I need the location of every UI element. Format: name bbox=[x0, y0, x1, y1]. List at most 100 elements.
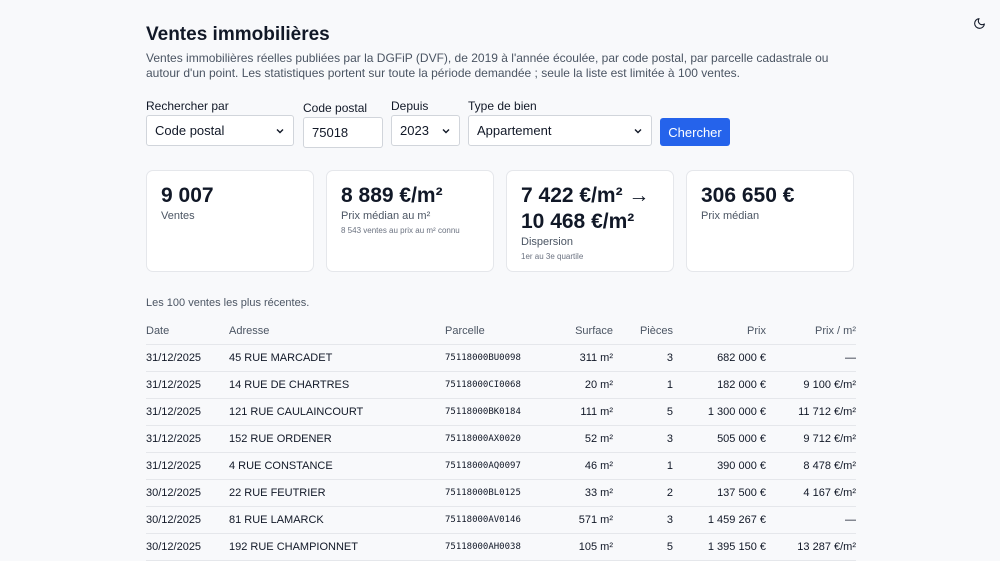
table-row: 30/12/2025 22 RUE FEUTRIER 75118000BL0125 3… bbox=[146, 479, 856, 507]
stat-label: Prix médian au m² bbox=[341, 210, 431, 222]
cell-surface: 105 m² bbox=[555, 533, 613, 561]
cell-price-m2: — bbox=[766, 506, 856, 534]
cell-price: 682 000 € bbox=[673, 344, 766, 372]
chevron-down-icon bbox=[275, 126, 285, 136]
page-title: Ventes immobilières bbox=[146, 24, 330, 45]
stat-value: 7 422 €/m² → 10 468 €/m² bbox=[521, 184, 650, 233]
chevron-down-icon bbox=[633, 126, 643, 136]
cell-date: 31/12/2025 bbox=[146, 425, 229, 453]
cell-price-m2: — bbox=[766, 344, 856, 372]
since-label: Depuis bbox=[391, 99, 429, 113]
cell-price: 1 300 000 € bbox=[673, 398, 766, 426]
cell-price-m2: 11 712 €/m² bbox=[766, 398, 856, 426]
stat-value: 306 650 € bbox=[701, 184, 795, 207]
list-caption: Les 100 ventes les plus récentes. bbox=[146, 297, 310, 309]
cell-price-m2: 9 100 €/m² bbox=[766, 371, 856, 399]
cell-rooms: 3 bbox=[613, 425, 673, 453]
cell-price: 1 459 267 € bbox=[673, 506, 766, 534]
stat-label: Ventes bbox=[161, 210, 195, 222]
cell-price-m2: 8 478 €/m² bbox=[766, 452, 856, 480]
cell-parcel: 75118000AV0146 bbox=[445, 506, 555, 534]
column-header-surface: Surface bbox=[555, 318, 613, 345]
moon-icon[interactable] bbox=[970, 14, 988, 32]
cell-address: 22 RUE FEUTRIER bbox=[229, 479, 445, 507]
cell-date: 30/12/2025 bbox=[146, 479, 229, 507]
cell-parcel: 75118000AQ0097 bbox=[445, 452, 555, 480]
cell-address: 14 RUE DE CHARTRES bbox=[229, 371, 445, 399]
cell-address: 45 RUE MARCADET bbox=[229, 344, 445, 372]
cell-parcel: 75118000AH0038 bbox=[445, 533, 555, 561]
cell-date: 31/12/2025 bbox=[146, 398, 229, 426]
cell-surface: 571 m² bbox=[555, 506, 613, 534]
cell-date: 31/12/2025 bbox=[146, 371, 229, 399]
stat-subtext: 1er au 3e quartile bbox=[521, 252, 584, 261]
column-header-date: Date bbox=[146, 318, 229, 345]
search-by-select[interactable]: Code postal bbox=[146, 115, 294, 146]
cell-surface: 52 m² bbox=[555, 425, 613, 453]
column-header-parcel: Parcelle bbox=[445, 318, 555, 345]
property-type-select[interactable]: Appartement bbox=[468, 115, 652, 146]
cell-price: 137 500 € bbox=[673, 479, 766, 507]
postal-code-label: Code postal bbox=[303, 101, 368, 115]
cell-price-m2: 4 167 €/m² bbox=[766, 479, 856, 507]
stat-card-median-price: 306 650 € Prix médian bbox=[686, 170, 854, 272]
cell-address: 152 RUE ORDENER bbox=[229, 425, 445, 453]
postal-code-input[interactable]: 75018 bbox=[303, 117, 383, 148]
cell-address: 192 RUE CHAMPIONNET bbox=[229, 533, 445, 561]
cell-date: 30/12/2025 bbox=[146, 533, 229, 561]
cell-rooms: 1 bbox=[613, 452, 673, 480]
cell-address: 4 RUE CONSTANCE bbox=[229, 452, 445, 480]
chevron-down-icon bbox=[441, 126, 451, 136]
cell-rooms: 5 bbox=[613, 533, 673, 561]
property-type-value: Appartement bbox=[477, 123, 552, 138]
property-type-label: Type de bien bbox=[468, 99, 537, 113]
cell-surface: 20 m² bbox=[555, 371, 613, 399]
search-by-value: Code postal bbox=[155, 123, 225, 138]
cell-price: 1 395 150 € bbox=[673, 533, 766, 561]
since-select[interactable]: 2023 bbox=[391, 115, 460, 146]
column-header-price-m2: Prix / m² bbox=[766, 318, 856, 345]
cell-surface: 46 m² bbox=[555, 452, 613, 480]
stat-value: 8 889 €/m² bbox=[341, 184, 443, 207]
cell-price-m2: 9 712 €/m² bbox=[766, 425, 856, 453]
cell-parcel: 75118000CI0068 bbox=[445, 371, 555, 399]
column-header-address: Adresse bbox=[229, 318, 445, 345]
column-header-price: Prix bbox=[673, 318, 766, 345]
since-value: 2023 bbox=[400, 123, 429, 138]
cell-address: 121 RUE CAULAINCOURT bbox=[229, 398, 445, 426]
stat-label: Prix médian bbox=[701, 210, 760, 222]
cell-parcel: 75118000BK0184 bbox=[445, 398, 555, 426]
stat-card-sales: 9 007 Ventes bbox=[146, 170, 314, 272]
cell-surface: 111 m² bbox=[555, 398, 613, 426]
cell-parcel: 75118000BU0098 bbox=[445, 344, 555, 372]
table-row: 31/12/2025 121 RUE CAULAINCOURT 75118000BK… bbox=[146, 398, 856, 426]
cell-parcel: 75118000AX0020 bbox=[445, 425, 555, 453]
table-header-row: Date Adresse Parcelle Surface Pièces Pri… bbox=[146, 318, 856, 345]
cell-rooms: 1 bbox=[613, 371, 673, 399]
stat-value: 9 007 bbox=[161, 184, 214, 207]
cell-surface: 311 m² bbox=[555, 344, 613, 372]
stat-card-median-price-m2: 8 889 €/m² Prix médian au m² 8 543 vente… bbox=[326, 170, 494, 272]
cell-rooms: 5 bbox=[613, 398, 673, 426]
stat-subtext: 8 543 ventes au prix au m² connu bbox=[341, 226, 460, 235]
cell-rooms: 3 bbox=[613, 344, 673, 372]
table-row: 31/12/2025 45 RUE MARCADET 75118000BU0098 3… bbox=[146, 344, 856, 372]
cell-rooms: 2 bbox=[613, 479, 673, 507]
table-row: 31/12/2025 152 RUE ORDENER 75118000AX0020 5… bbox=[146, 425, 856, 453]
search-by-label: Rechercher par bbox=[146, 99, 229, 113]
cell-price: 390 000 € bbox=[673, 452, 766, 480]
page-description: Ventes immobilières réelles publiées par… bbox=[146, 51, 829, 80]
cell-price-m2: 13 287 €/m² bbox=[766, 533, 856, 561]
postal-code-value: 75018 bbox=[312, 125, 349, 140]
cell-surface: 33 m² bbox=[555, 479, 613, 507]
cell-address: 81 RUE LAMARCK bbox=[229, 506, 445, 534]
stat-card-dispersion: 7 422 €/m² → 10 468 €/m² Dispersion 1er … bbox=[506, 170, 674, 272]
cell-date: 31/12/2025 bbox=[146, 344, 229, 372]
cell-date: 30/12/2025 bbox=[146, 506, 229, 534]
table-row: 30/12/2025 81 RUE LAMARCK 75118000AV0146 57… bbox=[146, 506, 856, 534]
cell-parcel: 75118000BL0125 bbox=[445, 479, 555, 507]
table-row: 30/12/2025 192 RUE CHAMPIONNET 75118000AH0… bbox=[146, 533, 856, 561]
stat-label: Dispersion bbox=[521, 236, 573, 248]
sales-table: Date Adresse Parcelle Surface Pièces Pri… bbox=[146, 318, 856, 561]
search-button[interactable]: Chercher bbox=[660, 118, 730, 146]
